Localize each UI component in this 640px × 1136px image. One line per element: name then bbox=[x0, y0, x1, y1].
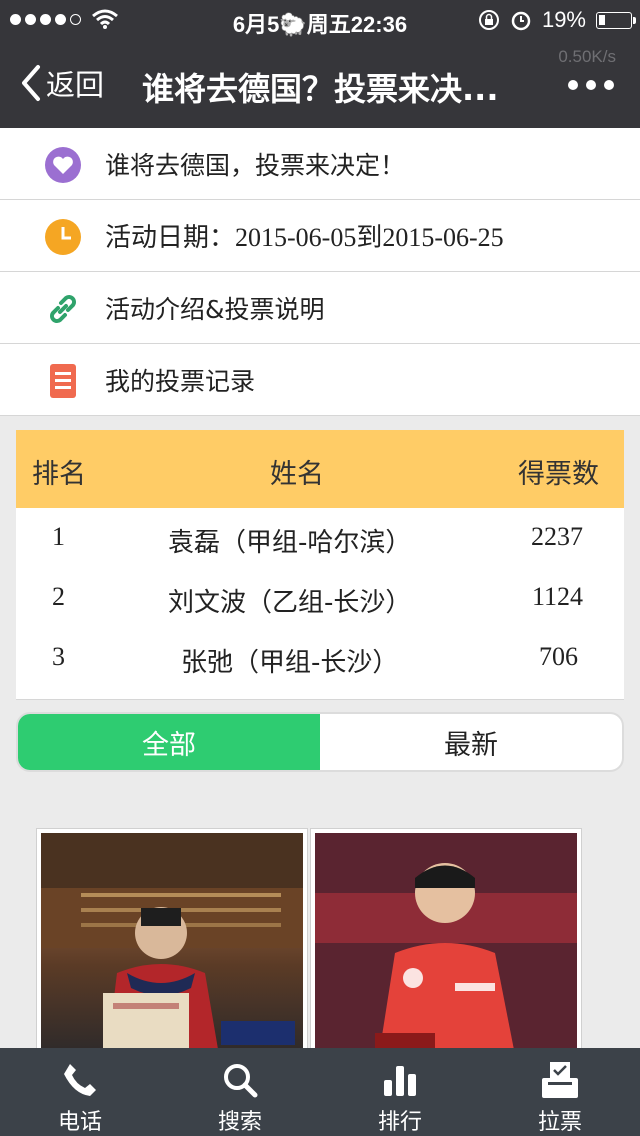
row-rank: 2 bbox=[52, 582, 65, 611]
my-vote-records-link: 我的投票记录 bbox=[105, 366, 256, 396]
activity-info-list: 谁将去德国，投票来决定！ 活动日期：2015-06-05到2015-06-25 … bbox=[0, 128, 640, 416]
info-row-title: 谁将去德国，投票来决定！ bbox=[0, 128, 640, 200]
heart-icon bbox=[45, 147, 81, 183]
tab-canvass[interactable]: 拉票 bbox=[480, 1048, 640, 1136]
candidate-photo-card[interactable] bbox=[36, 828, 308, 1058]
header-name: 姓名 bbox=[270, 459, 324, 490]
battery-percent: 19% bbox=[541, 7, 586, 32]
more-dot-icon bbox=[604, 80, 614, 90]
tab-search-label: 搜索 bbox=[217, 1110, 262, 1135]
table-row: 2 刘文波（乙组-长沙） 1124 bbox=[16, 568, 624, 628]
table-row: 1 袁磊（甲组-哈尔滨） 2237 bbox=[16, 508, 624, 568]
header-votes: 得票数 bbox=[518, 459, 599, 490]
alarm-icon bbox=[511, 11, 531, 31]
row-name: 袁磊（甲组-哈尔滨） bbox=[168, 528, 412, 558]
row-rank: 1 bbox=[52, 522, 65, 551]
more-menu-button[interactable] bbox=[568, 80, 614, 90]
candidate-photo-card[interactable] bbox=[310, 828, 582, 1058]
page-title: 谁将去德国？投票来决... bbox=[142, 70, 499, 108]
row-name: 张弛（甲组-长沙） bbox=[181, 648, 399, 678]
activity-intro-link: 活动介绍&投票说明 bbox=[105, 294, 325, 324]
table-row: 3 张弛（甲组-长沙） 706 bbox=[16, 628, 624, 688]
tab-all[interactable]: 全部 bbox=[18, 714, 320, 770]
chevron-left-icon bbox=[22, 65, 40, 101]
candidate-photo bbox=[41, 833, 303, 1053]
candidate-photo bbox=[315, 833, 577, 1053]
battery-icon bbox=[596, 11, 636, 29]
list-icon bbox=[50, 364, 76, 398]
navigation-bar: 0.50K/s 返回 谁将去德国？投票来决... bbox=[0, 40, 640, 128]
more-dot-icon bbox=[586, 80, 596, 90]
row-rank: 3 bbox=[52, 642, 65, 671]
rotation-lock-icon bbox=[478, 10, 499, 30]
back-button[interactable]: 返回 bbox=[20, 62, 104, 104]
ballot-box-icon bbox=[542, 1062, 578, 1098]
link-icon bbox=[50, 295, 76, 323]
tab-phone[interactable]: 电话 bbox=[0, 1048, 160, 1136]
tab-search[interactable]: 搜索 bbox=[160, 1048, 320, 1136]
bar-chart-icon bbox=[384, 1066, 416, 1096]
tab-latest[interactable]: 最新 bbox=[320, 714, 622, 770]
tab-ranking-label: 排行 bbox=[377, 1110, 422, 1135]
row-votes: 1124 bbox=[532, 582, 584, 611]
ranking-table-header: 排名 姓名 得票数 bbox=[16, 430, 624, 508]
ranking-table: 排名 姓名 得票数 1 袁磊（甲组-哈尔滨） 2237 2 刘文波（乙组-长沙）… bbox=[16, 430, 624, 700]
bottom-tab-bar: 电话 搜索 排行 拉票 bbox=[0, 1048, 640, 1136]
tab-phone-label: 电话 bbox=[57, 1110, 102, 1135]
tab-ranking[interactable]: 排行 bbox=[320, 1048, 480, 1136]
more-dot-icon bbox=[568, 80, 578, 90]
header-rank: 排名 bbox=[32, 459, 86, 490]
info-row-date: 活动日期：2015-06-05到2015-06-25 bbox=[0, 200, 640, 272]
network-speed: 0.50K/s bbox=[558, 47, 616, 66]
row-votes: 706 bbox=[539, 642, 578, 671]
clock-icon bbox=[45, 219, 81, 255]
tab-canvass-label: 拉票 bbox=[537, 1110, 582, 1135]
status-bar: 6月5🐑周五22:36 19% bbox=[0, 0, 640, 40]
phone-icon bbox=[64, 1064, 96, 1096]
info-row-records[interactable]: 我的投票记录 bbox=[0, 344, 640, 416]
back-label: 返回 bbox=[46, 68, 105, 102]
filter-segmented-control: 全部 最新 bbox=[16, 712, 624, 772]
activity-title: 谁将去德国，投票来决定！ bbox=[105, 150, 406, 180]
info-row-intro[interactable]: 活动介绍&投票说明 bbox=[0, 272, 640, 344]
activity-date: 活动日期：2015-06-05到2015-06-25 bbox=[105, 223, 504, 252]
row-name: 刘文波（乙组-长沙） bbox=[168, 588, 412, 618]
row-votes: 2237 bbox=[531, 522, 583, 551]
search-icon bbox=[224, 1064, 258, 1098]
